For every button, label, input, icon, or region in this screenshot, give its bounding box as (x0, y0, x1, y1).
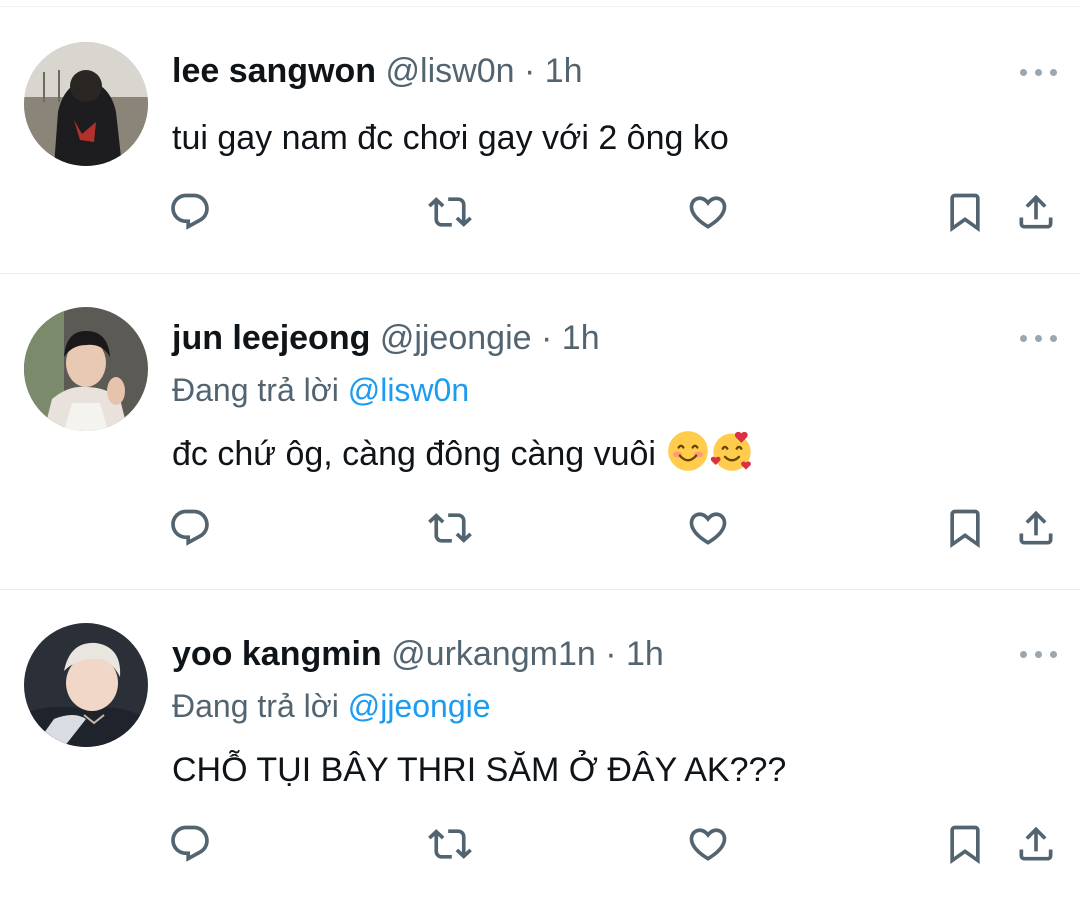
more-options-icon[interactable] (1020, 330, 1058, 346)
reply-icon[interactable] (168, 190, 212, 234)
more-options-icon[interactable] (1020, 64, 1058, 80)
top-divider (0, 0, 1080, 7)
like-icon[interactable] (686, 506, 730, 550)
tweet-header: yoo kangmin @urkangm1n · 1h (172, 629, 664, 679)
like-icon[interactable] (686, 190, 730, 234)
retweet-icon[interactable] (428, 822, 472, 866)
replying-to-label: Đang trả lời (172, 688, 348, 724)
avatar[interactable] (24, 623, 148, 747)
share-icon[interactable] (1014, 822, 1058, 866)
retweet-icon[interactable] (428, 190, 472, 234)
avatar[interactable] (24, 307, 148, 431)
tweet[interactable]: yoo kangmin @urkangm1n · 1h Đang trả lời… (0, 590, 1080, 903)
display-name[interactable]: jun leejeong (172, 319, 370, 357)
display-name[interactable]: lee sangwon (172, 52, 376, 90)
reply-icon[interactable] (168, 506, 212, 550)
tweet-text: tui gay nam đc chơi gay với 2 ông ko (172, 119, 729, 157)
retweet-icon[interactable] (428, 506, 472, 550)
separator-dot: · (523, 52, 536, 90)
smiling-face-emoji (668, 431, 709, 471)
reply-icon[interactable] (168, 822, 212, 866)
tweet-text-content: đc chứ ôg, càng đông càng vuôi (172, 435, 666, 473)
bookmark-icon[interactable] (943, 190, 987, 234)
more-options-icon[interactable] (1020, 646, 1058, 662)
bookmark-icon[interactable] (943, 822, 987, 866)
separator-dot: · (541, 319, 553, 357)
reply-mention-link[interactable]: @lisw0n (348, 372, 469, 408)
like-icon[interactable] (686, 822, 730, 866)
user-handle[interactable]: @lisw0n (386, 52, 515, 90)
tweet[interactable]: jun leejeong @jjeongie · 1h Đang trả lời… (0, 274, 1080, 590)
replying-to: Đang trả lời @lisw0n (172, 367, 469, 413)
replying-to: Đang trả lời @jjeongie (172, 683, 491, 729)
tweet-text: CHỖ TỤI BÂY THRI SĂM Ở ĐÂY AK??? (172, 751, 787, 789)
tweet[interactable]: lee sangwon @lisw0n · 1h tui gay nam đc … (0, 7, 1080, 274)
bookmark-icon[interactable] (943, 506, 987, 550)
timestamp[interactable]: 1h (545, 52, 583, 90)
tweet-header: jun leejeong @jjeongie · 1h (172, 313, 600, 363)
display-name[interactable]: yoo kangmin (172, 635, 382, 673)
timestamp[interactable]: 1h (626, 635, 664, 673)
share-icon[interactable] (1014, 190, 1058, 234)
tweet-header: lee sangwon @lisw0n · 1h (172, 46, 583, 96)
reply-mention-link[interactable]: @jjeongie (348, 688, 491, 724)
avatar[interactable] (24, 42, 148, 166)
separator-dot: · (605, 635, 617, 673)
share-icon[interactable] (1014, 506, 1058, 550)
replying-to-label: Đang trả lời (172, 372, 348, 408)
timestamp[interactable]: 1h (562, 319, 600, 357)
tweet-text: đc chứ ôg, càng đông càng vuôi (172, 429, 753, 479)
user-handle[interactable]: @urkangm1n (391, 635, 596, 673)
user-handle[interactable]: @jjeongie (380, 319, 532, 357)
smiling-face-with-hearts-emoji (711, 431, 752, 471)
